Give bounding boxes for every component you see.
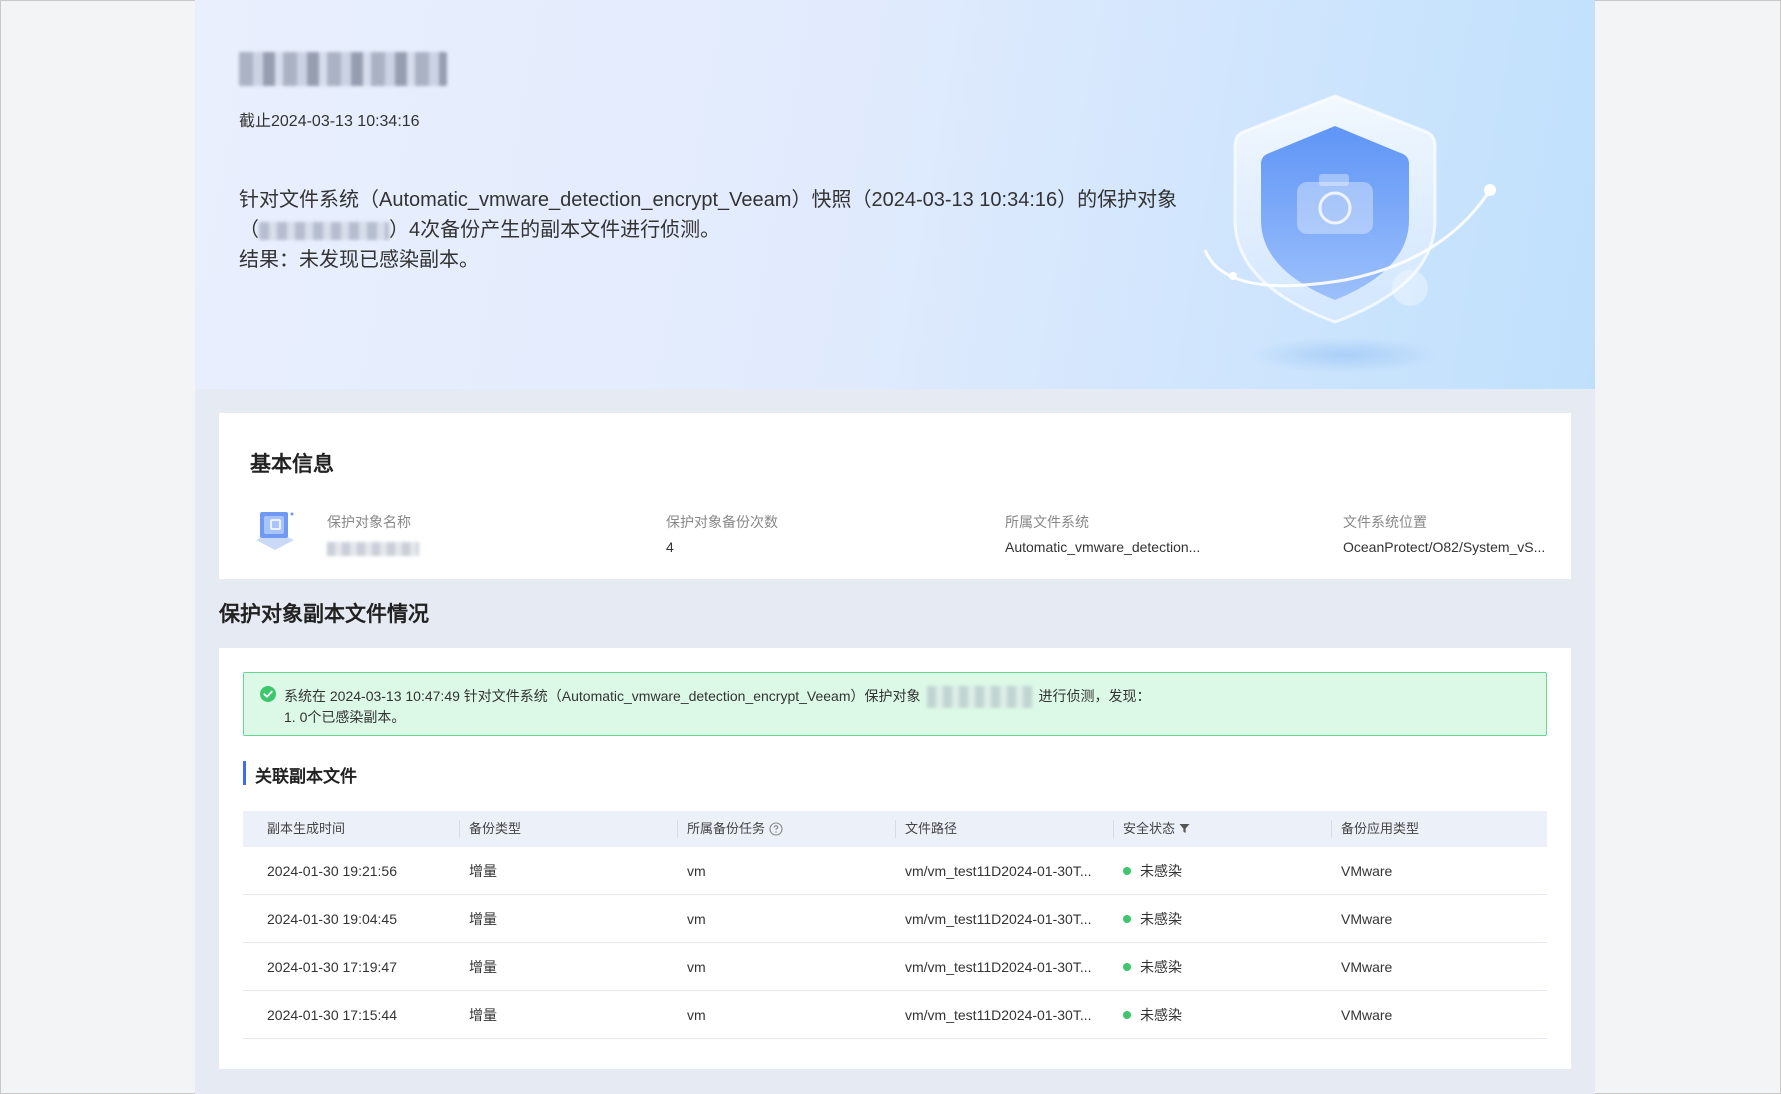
header-label: 备份类型 [469,821,522,836]
table-row[interactable]: 2024-01-30 19:04:45 增量 vm vm/vm_test11D2… [243,895,1547,943]
col-header-app-type[interactable]: 备份应用类型 [1331,811,1547,847]
header-label: 备份应用类型 [1341,821,1420,836]
report-header: 截止2024-03-13 10:34:16 针对文件系统（Automatic_v… [195,0,1595,389]
cell-copy-time: 2024-01-30 19:04:45 [267,911,397,927]
info-value: Automatic_vmware_detection... [1005,539,1201,555]
shield-camera-icon [1203,94,1496,373]
redacted-object-name [259,221,389,240]
info-backup-count: 保护对象备份次数 4 [666,512,966,555]
status-dot [1123,867,1131,876]
info-value: 4 [666,539,674,555]
cell-app-type: VMware [1341,959,1393,975]
cell-security-status: 未感染 [1113,991,1331,1038]
col-header-security-status[interactable]: 安全状态 [1113,811,1331,847]
detection-summary: 针对文件系统（Automatic_vmware_detection_encryp… [239,185,1189,275]
table-row[interactable]: 2024-01-30 17:15:44 增量 vm vm/vm_test11D2… [243,991,1547,1039]
table-row[interactable]: 2024-01-30 19:21:56 增量 vm vm/vm_test11D2… [243,847,1547,895]
cell-copy-time: 2024-01-30 17:19:47 [267,959,397,975]
info-label: 文件系统位置 [1343,514,1427,530]
cell-app-type: VMware [1341,911,1393,927]
status-label: 未感染 [1140,959,1182,975]
cell-backup-type: 增量 [469,863,497,879]
check-circle-icon [260,686,276,702]
header-label: 所属备份任务 [687,821,766,836]
cell-copy-time: 2024-01-30 17:15:44 [267,1007,397,1023]
table-header: 副本生成时间 备份类型 所属备份任务 文件路径 安全状态 备份应用类型 [243,811,1547,847]
question-circle-icon[interactable] [769,822,783,836]
info-value: OceanProtect/O82/System_vS... [1343,539,1546,555]
cell-backup-task: vm [687,959,706,975]
redacted-object-name [327,542,419,556]
copies-card: 系统在 2024-03-13 10:47:49 针对文件系统（Automatic… [219,648,1571,1069]
col-header-copy-time[interactable]: 副本生成时间 [243,811,459,847]
alert-text-part1: 系统在 2024-03-13 10:47:49 针对文件系统（Automatic… [284,688,921,704]
cell-security-status: 未感染 [1113,943,1331,990]
detection-alert: 系统在 2024-03-13 10:47:49 针对文件系统（Automatic… [243,672,1547,736]
info-label: 保护对象名称 [327,514,411,530]
cell-backup-type: 增量 [469,911,497,927]
summary-result: 结果：未发现已感染副本。 [239,249,479,271]
table-row[interactable]: 2024-01-30 17:19:47 增量 vm vm/vm_test11D2… [243,943,1547,991]
redacted-object-name [926,686,1033,709]
cell-backup-type: 增量 [469,1007,497,1023]
detection-report: 截止2024-03-13 10:34:16 针对文件系统（Automatic_v… [195,0,1595,1094]
col-header-backup-type[interactable]: 备份类型 [459,811,677,847]
cell-file-path: vm/vm_test11D2024-01-30T... [905,911,1092,927]
status-label: 未感染 [1140,911,1182,927]
cell-file-path: vm/vm_test11D2024-01-30T... [905,959,1092,975]
basic-info-title: 基本信息 [250,453,334,476]
alert-finding: 1. 0个已感染副本。 [284,709,406,725]
header-label: 安全状态 [1123,821,1176,836]
cell-backup-task: vm [687,1007,706,1023]
info-file-system: 所属文件系统 Automatic_vmware_detection... [1005,512,1205,555]
cell-backup-task: vm [687,863,706,879]
status-dot [1123,963,1131,972]
alert-message: 系统在 2024-03-13 10:47:49 针对文件系统（Automatic… [284,686,1151,709]
cell-security-status: 未感染 [1113,847,1331,894]
copies-table: 副本生成时间 备份类型 所属备份任务 文件路径 安全状态 备份应用类型 2024… [243,811,1547,1039]
cell-security-status: 未感染 [1113,895,1331,942]
copies-section-title: 保护对象副本文件情况 [219,603,429,626]
protected-object-name-redacted [239,52,447,86]
info-label: 保护对象备份次数 [666,514,778,530]
col-header-file-path[interactable]: 文件路径 [895,811,1113,847]
info-file-system-location: 文件系统位置 OceanProtect/O82/System_vS... [1343,512,1553,555]
cell-file-path: vm/vm_test11D2024-01-30T... [905,863,1092,879]
cell-copy-time: 2024-01-30 19:21:56 [267,863,397,879]
filter-icon[interactable] [1179,823,1190,834]
protected-object-icon [256,512,294,550]
col-header-backup-task[interactable]: 所属备份任务 [677,811,895,847]
status-label: 未感染 [1140,863,1182,879]
status-dot [1123,915,1131,924]
cutoff-time: 截止2024-03-13 10:34:16 [239,113,420,130]
info-object-name: 保护对象名称 [327,512,627,556]
alert-text-part2: 进行侦测，发现： [1038,688,1151,704]
header-label: 副本生成时间 [267,821,346,836]
cell-app-type: VMware [1341,863,1393,879]
summary-text-part2: ）4次备份产生的副本文件进行侦测。 [389,219,721,241]
header-label: 文件路径 [905,821,958,836]
status-dot [1123,1011,1131,1020]
cell-file-path: vm/vm_test11D2024-01-30T... [905,1007,1092,1023]
status-label: 未感染 [1140,1007,1182,1023]
cell-backup-type: 增量 [469,959,497,975]
basic-info-card: 基本信息 保护对象名称 保护对象备份次数 4 所属文件系统 Automatic_… [219,413,1571,579]
cell-app-type: VMware [1341,1007,1393,1023]
related-copies-title: 关联副本文件 [255,767,357,786]
info-label: 所属文件系统 [1005,514,1089,530]
title-accent-bar [243,761,246,785]
cell-backup-task: vm [687,911,706,927]
